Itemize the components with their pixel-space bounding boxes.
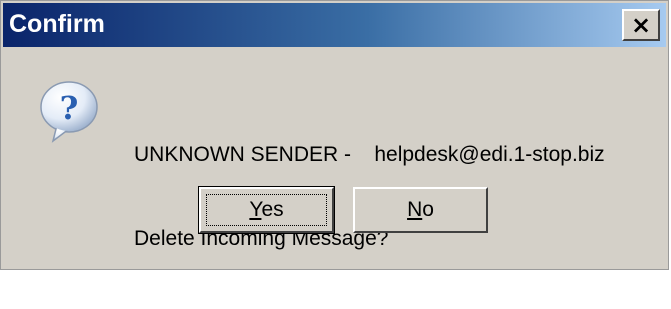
question-glyph: ? bbox=[60, 89, 79, 127]
close-button[interactable]: × bbox=[622, 9, 660, 41]
no-button[interactable]: No bbox=[353, 187, 488, 233]
focus-rectangle bbox=[206, 194, 327, 226]
question-icon: ? bbox=[37, 79, 101, 150]
no-mnemonic: N bbox=[407, 198, 423, 221]
title-bar[interactable]: Confirm × bbox=[3, 3, 666, 47]
dialog-title: Confirm bbox=[9, 10, 105, 38]
confirm-dialog: Confirm × ? UNKNOWN SENDER - helpdesk@ed… bbox=[0, 0, 669, 270]
no-button-label: No bbox=[407, 198, 434, 222]
yes-button[interactable]: Yes bbox=[198, 186, 335, 234]
no-label-rest: o bbox=[422, 198, 434, 221]
message-line-1: UNKNOWN SENDER - helpdesk@edi.1-stop.biz bbox=[134, 143, 605, 166]
close-icon: × bbox=[630, 11, 652, 39]
